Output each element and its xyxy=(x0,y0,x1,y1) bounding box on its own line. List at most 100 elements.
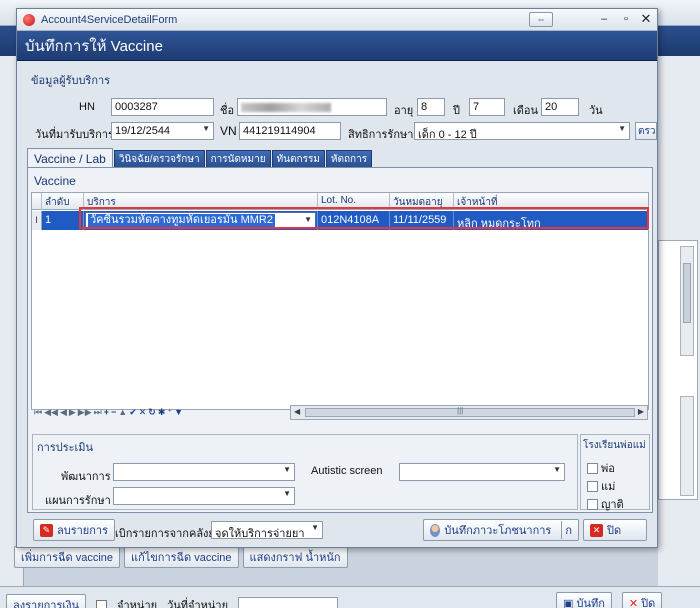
billing-list-button[interactable]: ลงรายการเงิน xyxy=(6,594,87,608)
assessment-title: การประเมิน xyxy=(37,442,94,454)
month-input[interactable]: 20 xyxy=(541,98,579,116)
scroll-left-icon[interactable]: ◀ xyxy=(294,407,300,416)
edit-vaccine-button[interactable]: แก้ไขการฉีด vaccine xyxy=(124,546,239,568)
weight-graph-button[interactable]: แสดงกราฟ น้ำหนัก xyxy=(242,546,348,568)
row-cursor-icon: I xyxy=(32,211,42,230)
right-combo[interactable]: เด็ก 0 - 12 ปี ▼ xyxy=(414,122,630,140)
chevron-down-icon: ▼ xyxy=(202,124,210,133)
tab-procedure[interactable]: หัตถการ xyxy=(325,150,373,168)
prev-page-icon[interactable]: ◀◀ xyxy=(44,407,58,418)
development-label: พัฒนาการ xyxy=(61,471,111,483)
plan-combo[interactable]: ▼ xyxy=(113,487,295,505)
plan-label: แผนการรักษา xyxy=(45,495,111,507)
first-page-icon[interactable]: ⏮ xyxy=(34,407,42,418)
prev-record-icon[interactable]: ◀ xyxy=(60,407,67,418)
tab-dental[interactable]: ทันตกรรม xyxy=(271,150,325,168)
bookmark-icon[interactable]: ✱ xyxy=(158,407,166,418)
col-staff[interactable]: เจ้าหน้าที่ xyxy=(454,193,648,210)
edit-record-icon[interactable]: ▲ xyxy=(118,407,127,417)
scroll-grip-icon: ||| xyxy=(457,406,464,415)
background-scrollbar[interactable] xyxy=(680,246,694,356)
col-no[interactable]: ลำดับ xyxy=(42,193,84,210)
relative-checkbox[interactable] xyxy=(587,498,598,510)
service-value: วัคซีนรวมหัดคางทูมหัดเยอรมัน MMR2 xyxy=(88,214,275,227)
scroll-right-icon[interactable]: ▶ xyxy=(638,407,644,416)
nutrition-button[interactable]: บันทึกภาวะโภชนาการ ก xyxy=(423,519,579,541)
save-button[interactable]: ▣ บันทึก xyxy=(556,592,612,608)
grid-horizontal-scrollbar[interactable]: ◀ ||| ▶ xyxy=(290,405,648,420)
tab-diagnosis[interactable]: วินิจฉัย/ตรวจรักษา xyxy=(113,150,205,168)
window-close-icon[interactable]: ✕ xyxy=(639,12,653,26)
close-icon: ✕ xyxy=(628,597,639,608)
delete-icon: ✎ xyxy=(40,523,53,537)
father-checkbox[interactable] xyxy=(587,462,598,474)
col-lot[interactable]: Lot. No. xyxy=(318,193,390,210)
name-input[interactable] xyxy=(237,98,387,116)
tab-vaccine-lab[interactable]: Vaccine / Lab xyxy=(27,148,113,168)
maximize-icon[interactable]: ▫ xyxy=(619,12,633,26)
relative-option[interactable]: ญาติ xyxy=(587,495,624,513)
discharge-date-label: วันที่จำหน่าย xyxy=(167,600,229,608)
window-title: Account4ServiceDetailForm xyxy=(41,13,178,26)
background-button-row: เพิ่มการฉีด vaccine แก้ไขการฉีด vaccine … xyxy=(14,546,348,570)
add-record-icon[interactable]: + xyxy=(104,407,109,417)
last-page-icon[interactable]: ⏭ xyxy=(94,407,102,418)
background-close-button[interactable]: ✕ ปิด xyxy=(621,592,663,608)
col-service[interactable]: บริการ xyxy=(84,193,318,210)
delete-item-button[interactable]: ✎ ลบรายการ xyxy=(33,519,115,541)
assessment-group: การประเมิน พัฒนาการ ▼ Autistic screen ▼ … xyxy=(32,434,578,510)
add-vaccine-button[interactable]: เพิ่มการฉีด vaccine xyxy=(14,546,120,568)
cancel-record-icon[interactable]: ✕ xyxy=(139,407,147,418)
father-option[interactable]: พ่อ xyxy=(587,459,615,477)
app-icon xyxy=(23,13,35,26)
service-combo[interactable]: วัคซีนรวมหัดคางทูมหัดเยอรมัน MMR2 ▼ xyxy=(85,212,316,229)
mother-option[interactable]: แม่ xyxy=(587,477,615,495)
dialog-header: บันทึกการให้ Vaccine xyxy=(17,31,657,61)
cell-staff: หลิก หมดกระโทก xyxy=(454,211,648,230)
post-record-icon[interactable]: ✔ xyxy=(129,407,137,418)
goto-bookmark-icon[interactable]: ⁺ xyxy=(167,407,172,418)
tab-appointment[interactable]: การนัดหมาย xyxy=(205,150,271,168)
discharge-checkbox[interactable] xyxy=(96,599,108,608)
mother-checkbox[interactable] xyxy=(587,480,598,492)
filter-icon[interactable]: ▼ xyxy=(174,407,183,417)
billing-combo[interactable]: จุดให้บริการจ่ายยา ▼ xyxy=(211,521,323,539)
delete-record-icon[interactable]: − xyxy=(111,407,116,417)
next-page-icon[interactable]: ▶▶ xyxy=(78,407,92,418)
age-label: อายุ xyxy=(394,105,414,117)
restore-icon[interactable]: ⇔ xyxy=(529,12,553,27)
chevron-down-icon: ▼ xyxy=(618,124,626,133)
minimize-icon[interactable]: – xyxy=(597,12,611,26)
autistic-combo[interactable]: ▼ xyxy=(399,463,565,481)
year-label: ปี xyxy=(453,105,460,117)
year-input[interactable]: 7 xyxy=(469,98,505,116)
background-scrollbar-2[interactable] xyxy=(680,396,694,496)
check-button[interactable]: ตรว xyxy=(635,122,657,140)
discharge-label: จำหน่าย xyxy=(117,600,158,608)
table-row[interactable]: I 1 วัคซีนรวมหัดคางทูมหัดเยอรมัน MMR2 ▼ … xyxy=(32,211,648,230)
tab-strip: Vaccine / Lab วินิจฉัย/ตรวจรักษา การนัดห… xyxy=(27,148,373,168)
refresh-icon[interactable]: ↻ xyxy=(148,407,156,418)
dialog-close-button[interactable]: ✕ ปิด xyxy=(583,519,647,541)
visit-date-combo[interactable]: 19/12/2544 ▼ xyxy=(111,122,214,140)
chevron-down-icon: ▼ xyxy=(304,215,312,224)
scroll-thumb[interactable] xyxy=(305,408,635,417)
col-expire[interactable]: วันหมดอายุ xyxy=(390,193,454,210)
vaccine-dialog: Account4ServiceDetailForm ⇔ – ▫ ✕ บันทึก… xyxy=(16,8,658,548)
chevron-down-icon: ▼ xyxy=(311,523,319,532)
age-input[interactable]: 8 xyxy=(417,98,445,116)
hn-input[interactable]: 0003287 xyxy=(111,98,214,116)
cell-no: 1 xyxy=(42,211,84,230)
discharge-date-combo[interactable] xyxy=(238,597,339,608)
vn-input[interactable]: 441219114904 xyxy=(239,122,341,140)
chevron-down-icon: ▼ xyxy=(283,489,291,498)
visit-date-label: วันที่มารับบริการ xyxy=(35,129,114,141)
cell-service[interactable]: วัคซีนรวมหัดคางทูมหัดเยอรมัน MMR2 ▼ xyxy=(84,211,318,230)
next-record-icon[interactable]: ▶ xyxy=(69,407,76,418)
autistic-label: Autistic screen xyxy=(311,465,383,477)
close-icon: ✕ xyxy=(590,523,603,537)
name-label: ชื่อ xyxy=(220,105,235,117)
grid-navigator: ⏮ ◀◀ ◀ ▶ ▶▶ ⏭ + − ▲ ✔ ✕ ↻ ✱ ⁺ ▼ xyxy=(31,405,249,419)
hn-label: HN xyxy=(79,101,95,113)
development-combo[interactable]: ▼ xyxy=(113,463,295,481)
